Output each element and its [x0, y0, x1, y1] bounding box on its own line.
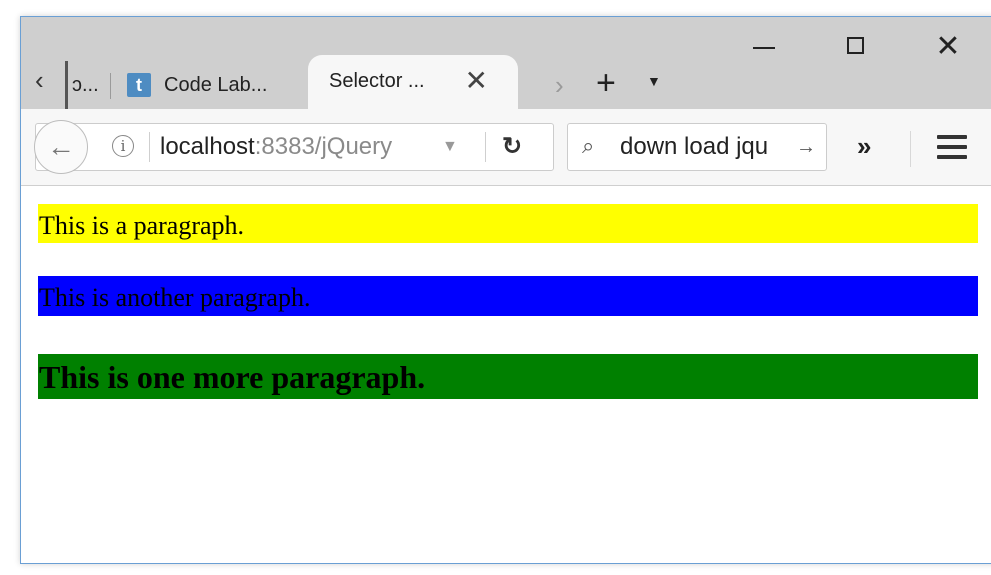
caret-down-icon[interactable]: ▼: [647, 73, 661, 89]
hamburger-menu-icon[interactable]: [937, 135, 967, 165]
url-bar[interactable]: ← i localhost:8383/jQuery ▼ ↻: [34, 120, 554, 174]
tab-favicon-icon: t: [127, 73, 151, 97]
chevron-left-icon[interactable]: ‹: [35, 67, 44, 93]
toolbar-divider: [910, 131, 911, 167]
info-icon[interactable]: i: [112, 135, 134, 157]
url-text[interactable]: localhost:8383/jQuery: [160, 124, 392, 170]
tab-code-lab[interactable]: t Code Lab...: [127, 61, 317, 109]
reload-icon[interactable]: ↻: [502, 124, 522, 170]
tab-divider: [110, 73, 111, 99]
maximize-button[interactable]: [833, 27, 879, 67]
search-icon: ⌕: [582, 133, 595, 158]
minimize-button[interactable]: [741, 27, 787, 67]
maximize-icon: [847, 37, 864, 54]
tab-previous[interactable]: ɔ...: [65, 61, 116, 109]
url-divider: [149, 132, 150, 162]
arrow-right-icon[interactable]: →: [796, 124, 816, 170]
plus-icon[interactable]: +: [596, 61, 616, 105]
tab-label: Selector ...: [329, 70, 425, 92]
tab-selector-active[interactable]: Selector ... ✕: [308, 55, 518, 109]
browser-window: ‹ ɔ... t Code Lab... Selector ... ✕ › + …: [20, 16, 991, 564]
search-input[interactable]: down load jqu: [620, 124, 795, 170]
tab-label: ɔ...: [72, 74, 99, 96]
url-host: localhost: [160, 133, 255, 160]
url-path: :8383/jQuery: [254, 133, 393, 160]
tab-label: Code Lab...: [164, 74, 268, 96]
minimize-icon: [753, 47, 775, 49]
window-close-button[interactable]: ✕: [925, 27, 971, 67]
close-icon[interactable]: ✕: [465, 55, 488, 107]
url-divider: [485, 132, 486, 162]
paragraph-blue: This is another paragraph.: [38, 276, 978, 316]
paragraph-green: This is one more paragraph.: [38, 354, 978, 399]
history-dropdown-icon[interactable]: ▼: [442, 124, 458, 170]
title-bar: ‹ ɔ... t Code Lab... Selector ... ✕ › + …: [21, 17, 991, 109]
paragraph-yellow: This is a paragraph.: [38, 204, 978, 243]
back-arrow-icon[interactable]: ←: [34, 120, 88, 174]
page-content: This is a paragraph. This is another par…: [21, 186, 991, 563]
chevron-right-icon[interactable]: ›: [555, 65, 564, 105]
navigation-toolbar: ← i localhost:8383/jQuery ▼ ↻ ⌕ down loa…: [21, 109, 991, 186]
double-chevron-icon[interactable]: »: [857, 131, 871, 162]
search-bar[interactable]: ⌕ down load jqu →: [567, 123, 827, 171]
